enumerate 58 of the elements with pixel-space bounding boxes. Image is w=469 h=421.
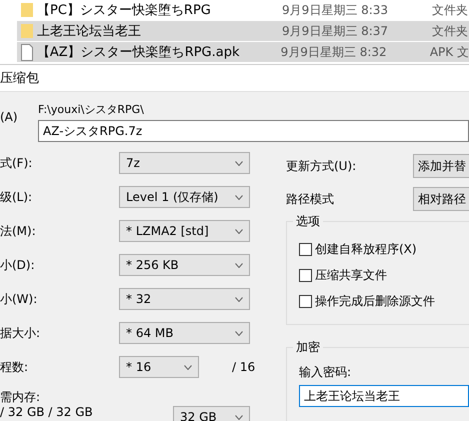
chevron-down-icon — [235, 194, 243, 200]
path-mode-label: 路径模式 — [286, 190, 335, 208]
setting-dropdown[interactable]: * 16 — [119, 356, 199, 378]
file-date: 9月9日星期三 8:32 — [280, 44, 388, 60]
chevron-down-icon — [235, 330, 243, 336]
password-label: 输入密码: — [299, 364, 352, 381]
chevron-down-icon — [235, 414, 243, 420]
folder-icon — [20, 23, 34, 39]
memory-dropdown[interactable]: 32 GB — [173, 406, 250, 421]
chevron-down-icon — [235, 228, 243, 234]
setting-dropdown[interactable]: 7z — [119, 152, 250, 174]
checkbox-label: 压缩共享文件 — [315, 266, 387, 284]
memory-reading: / 32 GB / 32 GB — [0, 405, 93, 420]
setting-dropdown[interactable]: * 256 KB — [119, 254, 250, 276]
update-mode-label: 更新方式(U): — [286, 158, 358, 174]
setting-label: 式(F): — [0, 154, 34, 172]
chevron-down-icon — [235, 160, 243, 166]
password-field[interactable]: 上老王论坛当老王 — [299, 385, 469, 407]
file-type: 文件夹 — [432, 22, 468, 40]
chevron-down-icon — [235, 296, 243, 302]
file-type: APK 文 — [430, 44, 469, 60]
checkbox[interactable] — [299, 268, 312, 282]
thread-count: / 16 — [232, 360, 256, 374]
chevron-down-icon — [235, 262, 243, 268]
window-title: 压缩包 — [0, 70, 39, 87]
file-date: 9月9日星期三 8:37 — [282, 22, 390, 40]
folder-icon — [20, 2, 34, 18]
file-row[interactable]: 上老王论坛当老王 9月9日星期三 8:37 文件夹 — [17, 21, 469, 41]
checkbox[interactable] — [299, 294, 312, 308]
file-row[interactable]: 【AZ】シスター快楽堕ちRPG.apk 9月9日星期三 8:32 APK 文 — [17, 42, 469, 62]
update-mode-dropdown[interactable]: 添加并替 — [413, 154, 469, 178]
file-date: 9月9日星期三 8:33 — [282, 2, 390, 18]
setting-label: 小(D): — [0, 256, 36, 274]
setting-label: 级(L): — [0, 188, 34, 206]
group-title: 选项 — [293, 213, 323, 230]
checkbox-label: 操作完成后删除源文件 — [315, 292, 435, 310]
file-name: 【AZ】シスター快楽堕ちRPG.apk — [36, 44, 241, 61]
setting-dropdown[interactable]: Level 1 (仅存储) — [119, 186, 250, 208]
archive-path: F:\youxi\シスタRPG\ — [38, 102, 145, 117]
archive-name-field[interactable]: AZ-シスタRPG.7z — [38, 120, 469, 142]
setting-label: 法(M): — [0, 222, 37, 240]
memory-label: 需内存: — [0, 390, 42, 405]
setting-dropdown[interactable]: * 32 — [119, 288, 250, 310]
file-type: 文件夹 — [432, 2, 468, 18]
setting-label: 小(W): — [0, 290, 38, 308]
chevron-down-icon — [184, 364, 192, 370]
checkbox-label: 创建自释放程序(X) — [315, 240, 417, 258]
checkbox[interactable] — [299, 242, 312, 256]
setting-label: 程数: — [0, 358, 30, 376]
file-name: 【PC】シスター快楽堕ちRPG — [37, 2, 212, 19]
file-name: 上老王论坛当老王 — [37, 23, 142, 40]
setting-label: 据大小: — [0, 324, 42, 342]
file-row[interactable]: 【PC】シスター快楽堕ちRPG 9月9日星期三 8:33 文件夹 — [17, 0, 469, 20]
path-mode-dropdown[interactable]: 相对路径 — [413, 187, 469, 211]
archive-label: (A) — [0, 110, 19, 126]
setting-dropdown[interactable]: * LZMA2 [std] — [119, 220, 250, 242]
file-icon — [20, 44, 34, 60]
setting-dropdown[interactable]: * 64 MB — [119, 322, 250, 344]
